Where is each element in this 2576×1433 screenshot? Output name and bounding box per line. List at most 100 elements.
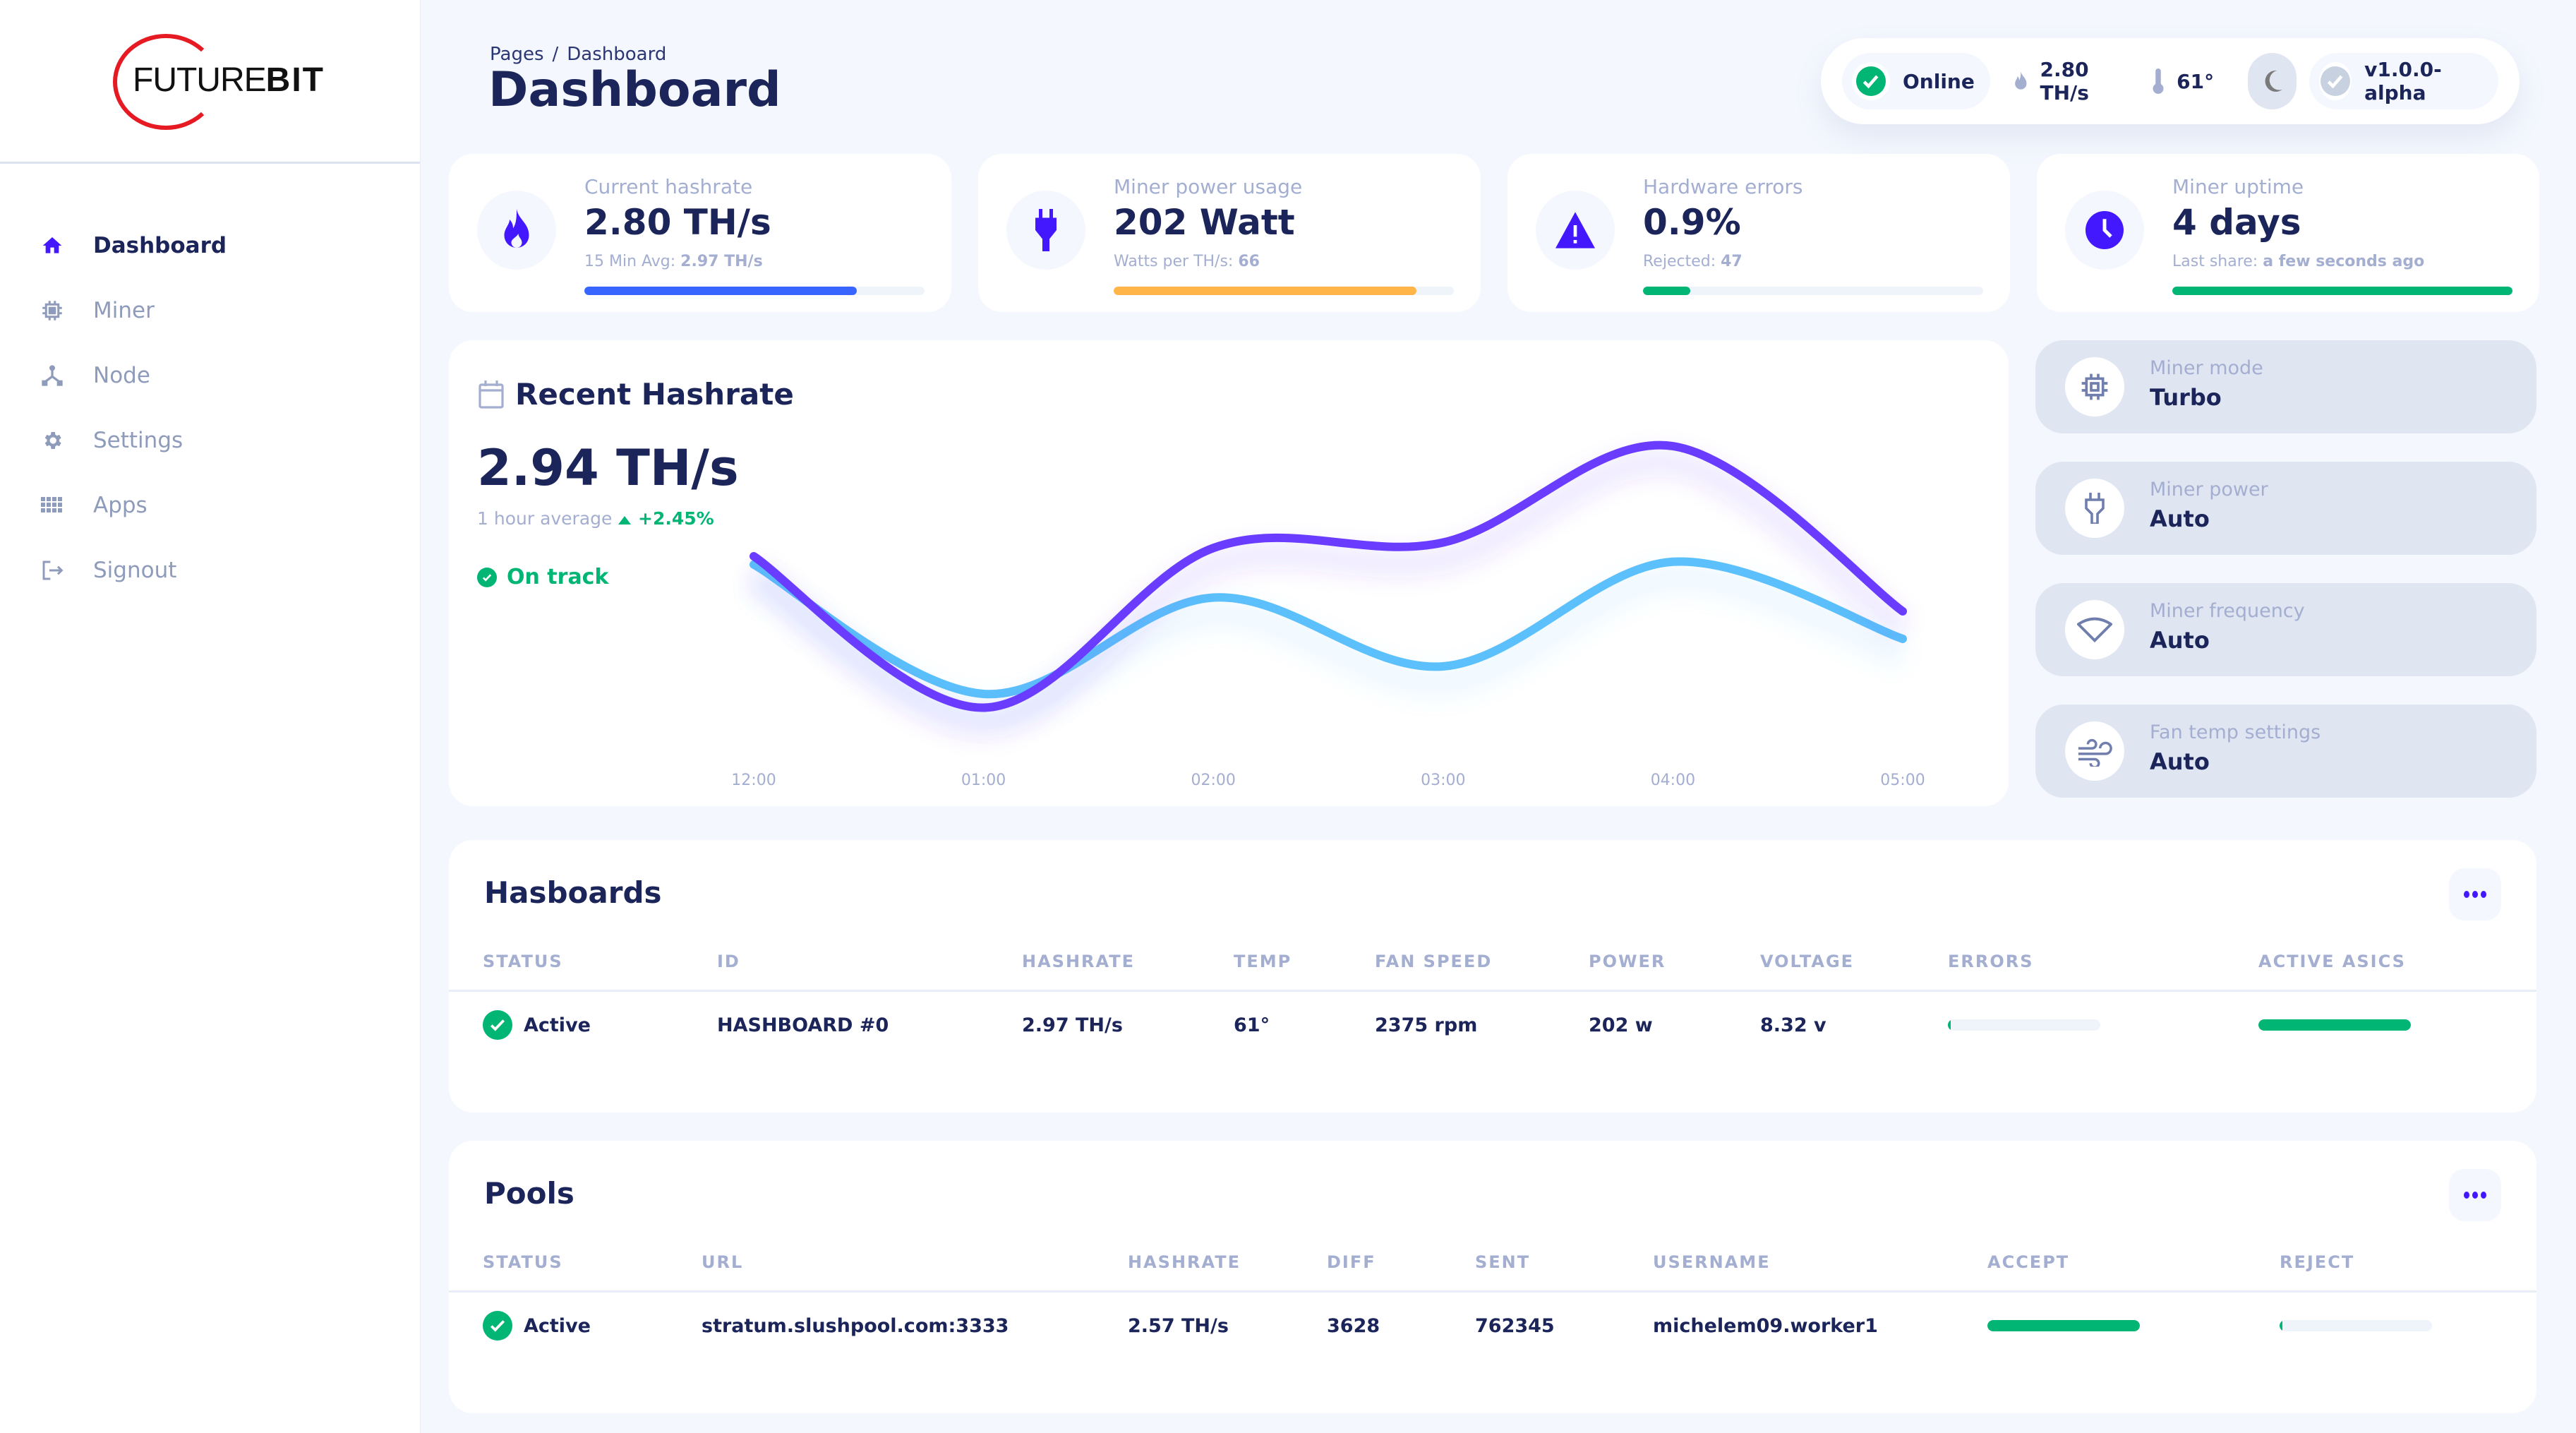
sidebar-item-label: Miner bbox=[93, 298, 155, 323]
progress-bar bbox=[1643, 287, 1983, 295]
more-dot-icon bbox=[2481, 1192, 2486, 1199]
check-circle-icon bbox=[2319, 62, 2352, 100]
chip-icon bbox=[40, 298, 65, 323]
check-circle-icon bbox=[1852, 62, 1890, 100]
tile-miner-power[interactable]: Miner power Auto bbox=[2035, 462, 2536, 555]
stat-card-power: Miner power usage 202 Watt Watts per TH/… bbox=[978, 154, 1481, 312]
moon-icon bbox=[2265, 70, 2282, 92]
reject-bar-fill bbox=[2280, 1320, 2283, 1331]
chart-delta-value: +2.45% bbox=[638, 508, 714, 529]
column-header-temp[interactable]: TEMP bbox=[1234, 952, 1292, 971]
tile-fan-temp[interactable]: Fan temp settings Auto bbox=[2035, 704, 2536, 798]
sidebar-item-dashboard[interactable]: Dashboard bbox=[0, 213, 420, 278]
tile-miner-mode[interactable]: Miner mode Turbo bbox=[2035, 340, 2536, 433]
pools-title: Pools bbox=[484, 1176, 574, 1211]
version-label: v1.0.0-alpha bbox=[2364, 58, 2442, 104]
cell-voltage: 8.32 v bbox=[1760, 1014, 1826, 1036]
column-header-power[interactable]: POWER bbox=[1589, 952, 1666, 971]
column-header-id[interactable]: ID bbox=[717, 952, 740, 971]
column-header-reject[interactable]: REJECT bbox=[2280, 1252, 2354, 1272]
cell-errors-bar bbox=[1948, 1019, 2100, 1031]
column-header-status[interactable]: STATUS bbox=[483, 952, 563, 971]
stat-card-uptime: Miner uptime 4 days Last share: a few se… bbox=[2037, 154, 2539, 312]
clock-icon bbox=[2065, 191, 2144, 270]
sidebar-item-label: Signout bbox=[93, 558, 177, 583]
brand-logo[interactable]: FUTUREBIT bbox=[0, 0, 420, 164]
status-temp: 61° bbox=[2153, 68, 2214, 94]
column-header-fan-speed[interactable]: FAN SPEED bbox=[1375, 952, 1492, 971]
cell-username: michelem09.worker1 bbox=[1653, 1314, 1878, 1337]
stat-sub-value: a few seconds ago bbox=[2263, 253, 2425, 270]
sidebar-nav: Dashboard Miner Node Settings Apps Signo… bbox=[0, 164, 420, 603]
check-circle-icon bbox=[483, 1010, 512, 1040]
x-tick-label: 04:00 bbox=[1651, 772, 1695, 789]
page-title: Dashboard bbox=[488, 62, 781, 118]
status-bar: Online 2.80 TH/s 61° v1.0.0-alpha bbox=[1821, 38, 2520, 124]
cell-id: HASHBOARD #0 bbox=[717, 1014, 889, 1036]
chart-status-label: On track bbox=[507, 565, 609, 589]
sidebar-item-apps[interactable]: Apps bbox=[0, 473, 420, 538]
chart-main-value: 2.94 TH/s bbox=[477, 439, 739, 497]
chart-title: Recent Hashrate bbox=[479, 377, 794, 412]
sidebar-item-node[interactable]: Node bbox=[0, 343, 420, 408]
progress-fill bbox=[1114, 287, 1416, 295]
column-header-hashrate[interactable]: HASHRATE bbox=[1128, 1252, 1241, 1272]
more-dot-icon bbox=[2472, 1192, 2478, 1199]
logo-text: FUTUREBIT bbox=[133, 61, 325, 100]
column-header-errors[interactable]: ERRORS bbox=[1948, 952, 2034, 971]
x-tick-label: 12:00 bbox=[731, 772, 776, 789]
wind-icon bbox=[2065, 721, 2124, 781]
grid-icon bbox=[40, 493, 65, 518]
hashboards-more-button[interactable] bbox=[2449, 868, 2501, 921]
check-circle-icon bbox=[477, 567, 497, 587]
sidebar-item-settings[interactable]: Settings bbox=[0, 408, 420, 473]
column-header-accept[interactable]: ACCEPT bbox=[1987, 1252, 2069, 1272]
stat-label: Miner uptime bbox=[2172, 175, 2304, 198]
x-tick-label: 01:00 bbox=[961, 772, 1006, 789]
column-header-status[interactable]: STATUS bbox=[483, 1252, 563, 1272]
column-header-username[interactable]: USERNAME bbox=[1653, 1252, 1771, 1272]
pools-more-button[interactable] bbox=[2449, 1169, 2501, 1221]
progress-fill bbox=[584, 287, 857, 295]
table-divider bbox=[449, 990, 2536, 992]
more-dot-icon bbox=[2464, 1192, 2469, 1199]
stat-sub-label: Last share: bbox=[2172, 253, 2263, 270]
column-header-voltage[interactable]: VOLTAGE bbox=[1760, 952, 1854, 971]
recent-hashrate-card: 12:00 01:00 02:00 03:00 04:00 05:00 Recent Ha… bbox=[449, 340, 2009, 806]
column-header-hashrate[interactable]: HASHRATE bbox=[1022, 952, 1135, 971]
stat-label: Hardware errors bbox=[1643, 175, 1803, 198]
stat-sub-label: 15 Min Avg: bbox=[584, 253, 681, 270]
column-header-diff[interactable]: DIFF bbox=[1327, 1252, 1376, 1272]
dark-mode-toggle[interactable] bbox=[2248, 53, 2297, 109]
arrow-up-icon bbox=[618, 516, 631, 524]
column-header-sent[interactable]: SENT bbox=[1475, 1252, 1530, 1272]
cell-status: Active bbox=[524, 1014, 591, 1036]
stat-sub: 15 Min Avg: 2.97 TH/s bbox=[584, 253, 763, 270]
chart-status: On track bbox=[477, 565, 608, 589]
column-header-active-asics[interactable]: ACTIVE ASICS bbox=[2258, 952, 2406, 971]
stat-value: 4 days bbox=[2172, 202, 2301, 243]
frequency-icon bbox=[2065, 600, 2124, 659]
sidebar-item-miner[interactable]: Miner bbox=[0, 278, 420, 343]
warning-icon bbox=[1536, 191, 1615, 270]
column-header-url[interactable]: URL bbox=[702, 1252, 743, 1272]
tile-miner-frequency[interactable]: Miner frequency Auto bbox=[2035, 583, 2536, 676]
logo-text-bold: BIT bbox=[265, 61, 325, 99]
stat-sub: Last share: a few seconds ago bbox=[2172, 253, 2424, 270]
chart-title-text: Recent Hashrate bbox=[515, 377, 794, 412]
online-status-badge[interactable]: Online bbox=[1842, 53, 1990, 109]
stat-value: 202 Watt bbox=[1114, 202, 1295, 243]
version-badge[interactable]: v1.0.0-alpha bbox=[2309, 53, 2498, 109]
cell-hashrate: 2.57 TH/s bbox=[1128, 1314, 1229, 1337]
tile-value: Auto bbox=[2150, 627, 2210, 654]
tile-label: Miner power bbox=[2150, 479, 2268, 500]
status-temp-value: 61° bbox=[2177, 69, 2215, 93]
more-dot-icon bbox=[2472, 891, 2478, 898]
stat-sub: Watts per TH/s: 66 bbox=[1114, 253, 1260, 270]
x-tick-label: 05:00 bbox=[1880, 772, 1925, 789]
sidebar-item-signout[interactable]: Signout bbox=[0, 538, 420, 603]
signout-icon bbox=[40, 558, 65, 583]
more-dot-icon bbox=[2481, 891, 2486, 898]
cell-active-asics-bar bbox=[2258, 1019, 2411, 1031]
sidebar: FUTUREBIT Dashboard Miner Node Settings bbox=[0, 0, 421, 1433]
